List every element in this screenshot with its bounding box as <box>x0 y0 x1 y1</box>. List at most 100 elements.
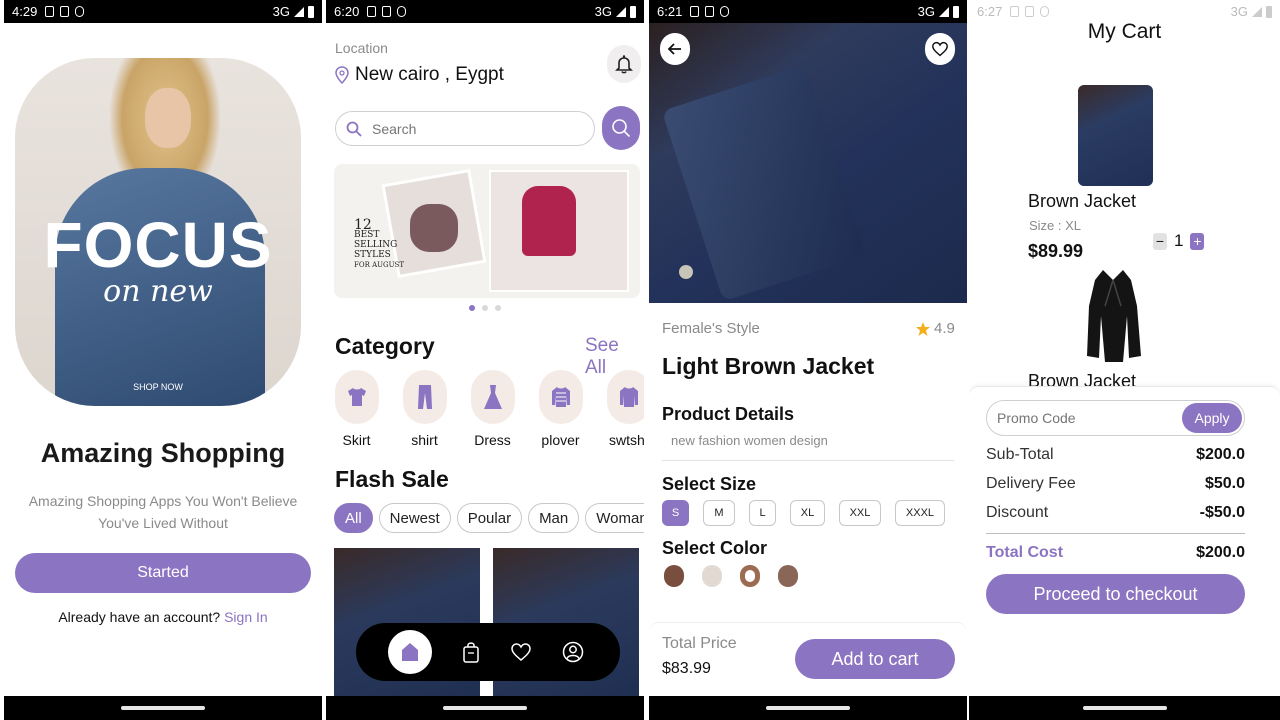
home-gesture-bar[interactable] <box>766 706 850 710</box>
size-option-s[interactable]: S <box>662 500 689 526</box>
carousel-dot[interactable] <box>482 305 488 311</box>
dress-icon <box>483 385 502 409</box>
battery-icon <box>1266 5 1272 18</box>
carousel-dot[interactable] <box>469 305 475 311</box>
flash-sale-title: Flash Sale <box>335 466 449 492</box>
sign-in-link[interactable]: Sign In <box>224 609 268 625</box>
status-time: 6:21 <box>657 4 683 19</box>
search-icon <box>612 119 631 138</box>
category-item-plover[interactable]: plover <box>538 370 583 448</box>
size-option-m[interactable]: M <box>703 500 735 526</box>
location-value: New cairo , Eygpt <box>355 64 504 85</box>
product-detail-screen: 6:21 3G Female's Style 4.9 Light Brown J… <box>649 0 967 720</box>
status-time: 6:20 <box>334 4 360 19</box>
hero-headline: FOCUS <box>43 209 273 281</box>
nav-home[interactable] <box>388 630 432 674</box>
checkout-button[interactable]: Proceed to checkout <box>986 574 1245 614</box>
category-item-dress[interactable]: Dress <box>470 370 515 448</box>
size-options: S M L XL XXL XXXL <box>662 500 945 526</box>
signal-icon <box>1252 6 1262 17</box>
chip-man[interactable]: Man <box>528 503 580 533</box>
home-gesture-bar[interactable] <box>1082 706 1167 710</box>
system-nav-bar <box>969 696 1280 720</box>
heart-icon[interactable] <box>510 642 532 662</box>
search-input[interactable] <box>372 120 572 137</box>
category-item-swtshi[interactable]: swtshi <box>606 370 644 448</box>
category-list: Skirt shirt Dress plover swtshi <box>334 370 644 448</box>
filter-chips: All Newest Poular Man Woman <box>334 503 644 533</box>
size-option-xxl[interactable]: XXL <box>839 500 881 526</box>
network-label: 3G <box>594 4 612 19</box>
category-label: Dress <box>474 432 511 448</box>
chip-woman[interactable]: Woman <box>585 503 644 533</box>
status-bar: 6:20 3G <box>326 0 644 23</box>
started-button[interactable]: Started <box>15 553 311 593</box>
color-swatch[interactable] <box>778 565 798 587</box>
signal-icon <box>939 6 949 17</box>
network-label: 3G <box>272 4 290 19</box>
cart-screen: 6:27 3G My Cart Brown Jacket Size : XL $… <box>969 0 1280 720</box>
category-label: Skirt <box>342 432 371 448</box>
chip-all[interactable]: All <box>334 503 373 533</box>
star-icon <box>916 321 930 336</box>
favorite-button[interactable] <box>925 33 955 65</box>
delivery-fee-row: Delivery Fee $50.0 <box>986 475 1245 493</box>
chip-newest[interactable]: Newest <box>378 503 451 533</box>
page-title: My Cart <box>1087 20 1162 43</box>
product-image <box>649 23 967 303</box>
location-pin-icon <box>335 66 349 84</box>
notification-button[interactable] <box>607 45 641 83</box>
subtotal-row: Sub-Total $200.0 <box>986 446 1245 464</box>
arrow-left-icon <box>667 43 681 55</box>
apply-promo-button[interactable]: Apply <box>1182 403 1242 433</box>
category-label: swtshi <box>609 432 644 448</box>
battery-icon <box>953 5 959 18</box>
size-option-xl[interactable]: XL <box>790 500 825 526</box>
home-screen: 6:20 3G Location New cairo , Eygpt 12 BE… <box>326 0 644 720</box>
profile-icon[interactable] <box>562 641 584 663</box>
color-swatch-selected[interactable] <box>740 565 760 587</box>
hero-shop-now[interactable]: SHOP NOW <box>15 382 301 392</box>
banner-text: 12 BEST SELLING STYLES FOR AUGUST <box>354 217 405 269</box>
total-price-value: $83.99 <box>662 660 711 677</box>
size-option-l[interactable]: L <box>749 500 776 526</box>
back-button[interactable] <box>660 33 690 65</box>
category-item-shirt[interactable]: shirt <box>402 370 447 448</box>
total-cost-value: $200.0 <box>1196 544 1245 561</box>
hero-image: FOCUS on new SHOP NOW <box>15 58 301 406</box>
search-button[interactable] <box>602 106 640 150</box>
total-cost-label: Total Cost <box>986 544 1064 561</box>
color-swatch[interactable] <box>664 565 684 587</box>
add-to-cart-button[interactable]: Add to cart <box>795 639 955 679</box>
increase-quantity-button[interactable]: + <box>1190 232 1205 250</box>
search-field[interactable] <box>335 111 595 146</box>
bag-icon[interactable] <box>462 641 480 663</box>
rating-value: 4.9 <box>934 320 955 337</box>
promo-banner[interactable]: 12 BEST SELLING STYLES FOR AUGUST <box>334 164 640 298</box>
home-gesture-bar[interactable] <box>121 706 205 710</box>
color-swatch[interactable] <box>702 565 722 587</box>
divider <box>662 460 954 461</box>
cart-item-image[interactable] <box>1083 266 1143 364</box>
network-label: 3G <box>1230 4 1248 19</box>
category-label: plover <box>541 432 580 448</box>
system-nav-bar <box>326 696 644 720</box>
subtotal-value: $200.0 <box>1196 446 1245 463</box>
carousel-dot[interactable] <box>495 305 501 311</box>
sweater-icon <box>551 387 570 407</box>
delivery-fee-value: $50.0 <box>1204 475 1245 492</box>
location-selector[interactable]: New cairo , Eygpt <box>335 64 504 86</box>
cart-item-image[interactable] <box>1078 85 1153 186</box>
decrease-quantity-button[interactable]: − <box>1153 232 1167 250</box>
notification-icons <box>367 6 407 17</box>
chip-popular[interactable]: Poular <box>456 503 523 533</box>
category-item-skirt[interactable]: Skirt <box>334 370 379 448</box>
discount-value: -$50.0 <box>1199 504 1245 521</box>
home-gesture-bar[interactable] <box>443 706 527 710</box>
size-option-xxxl[interactable]: XXXL <box>895 500 945 526</box>
bottom-nav <box>356 623 620 681</box>
subtotal-label: Sub-Total <box>986 446 1054 463</box>
network-label: 3G <box>917 4 935 19</box>
promo-code-input[interactable] <box>997 410 1177 426</box>
home-icon <box>402 643 418 661</box>
